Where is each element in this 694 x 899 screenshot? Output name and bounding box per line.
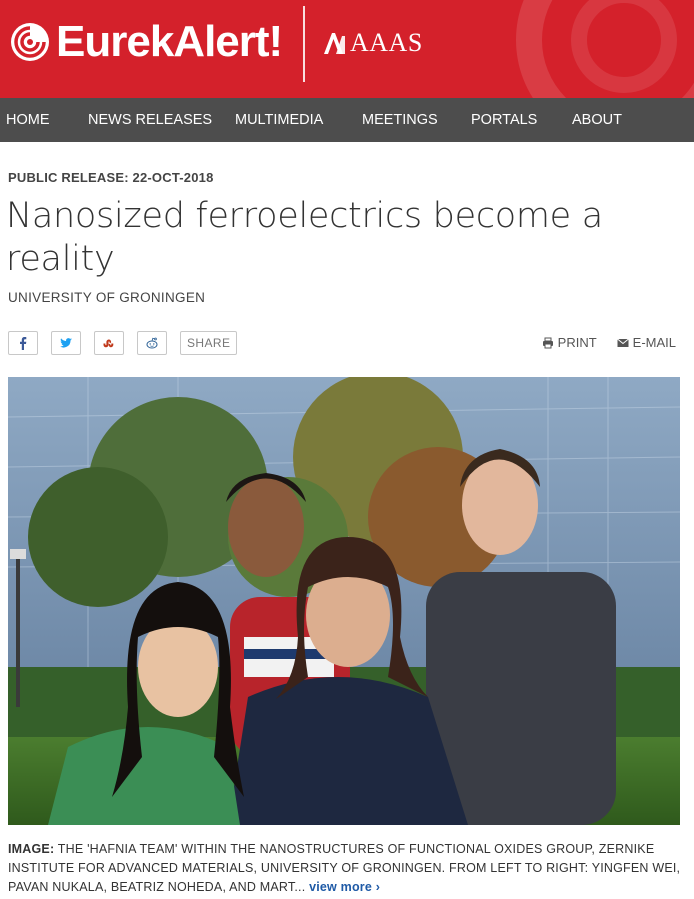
brand-name: EurekAlert! — [56, 17, 283, 66]
nav-item-news-releases[interactable]: NEWS RELEASES — [88, 112, 212, 128]
release-date: 22-OCT-2018 — [132, 170, 214, 185]
nav-item-meetings[interactable]: MEETINGS — [362, 112, 438, 128]
print-label: PRINT — [557, 335, 597, 350]
nav-item-about[interactable]: ABOUT — [572, 112, 622, 128]
eurekalert-swirl-icon — [11, 23, 49, 61]
organization[interactable]: UNIVERSITY OF GRONINGEN — [8, 290, 205, 305]
reddit-icon — [146, 337, 158, 349]
print-button[interactable]: PRINT — [542, 335, 597, 350]
view-more-link[interactable]: view more › — [309, 880, 380, 894]
partner-name: AAAS — [350, 28, 423, 57]
printer-icon — [542, 337, 553, 348]
aaas-a-icon — [324, 33, 345, 54]
site-header: EurekAlert! AAAS — [0, 0, 694, 98]
release-line: PUBLIC RELEASE: 22-OCT-2018 — [8, 170, 214, 185]
twitter-icon — [60, 338, 72, 348]
nav-item-multimedia[interactable]: MULTIMEDIA — [235, 112, 323, 128]
envelope-icon — [616, 338, 629, 347]
article-photo[interactable] — [8, 377, 680, 825]
caption-label: IMAGE: — [8, 842, 55, 856]
facebook-share-button[interactable] — [8, 331, 38, 355]
header-swirl-decoration — [516, 0, 694, 98]
nav-item-portals[interactable]: PORTALS — [471, 112, 537, 128]
twitter-share-button[interactable] — [51, 331, 81, 355]
release-label: PUBLIC RELEASE: — [8, 170, 129, 185]
view-more-label: view more — [309, 880, 373, 894]
aaas-logo[interactable]: AAAS — [322, 28, 423, 58]
header-divider — [303, 6, 305, 82]
share-button[interactable]: SHARE — [180, 331, 238, 355]
team-photo-illustration — [8, 377, 680, 825]
nav-item-home[interactable]: HOME — [6, 112, 50, 128]
stumbleupon-icon — [103, 339, 114, 348]
chevron-right-icon: › — [375, 880, 381, 894]
eurekalert-logo[interactable]: EurekAlert! — [10, 17, 283, 66]
article-title: Nanosized ferroelectrics become a realit… — [6, 196, 603, 279]
facebook-icon — [20, 337, 27, 350]
stumbleupon-share-button[interactable] — [94, 331, 124, 355]
reddit-share-button[interactable] — [137, 331, 167, 355]
email-label: E-MAIL — [632, 335, 676, 350]
main-nav: HOME NEWS RELEASES MULTIMEDIA MEETINGS P… — [0, 98, 694, 142]
article-tools: PRINT E-MAIL — [522, 335, 676, 350]
share-bar: SHARE — [8, 331, 238, 355]
image-caption: IMAGE: THE 'HAFNIA TEAM' WITHIN THE NANO… — [8, 840, 684, 897]
email-button[interactable]: E-MAIL — [616, 335, 676, 350]
